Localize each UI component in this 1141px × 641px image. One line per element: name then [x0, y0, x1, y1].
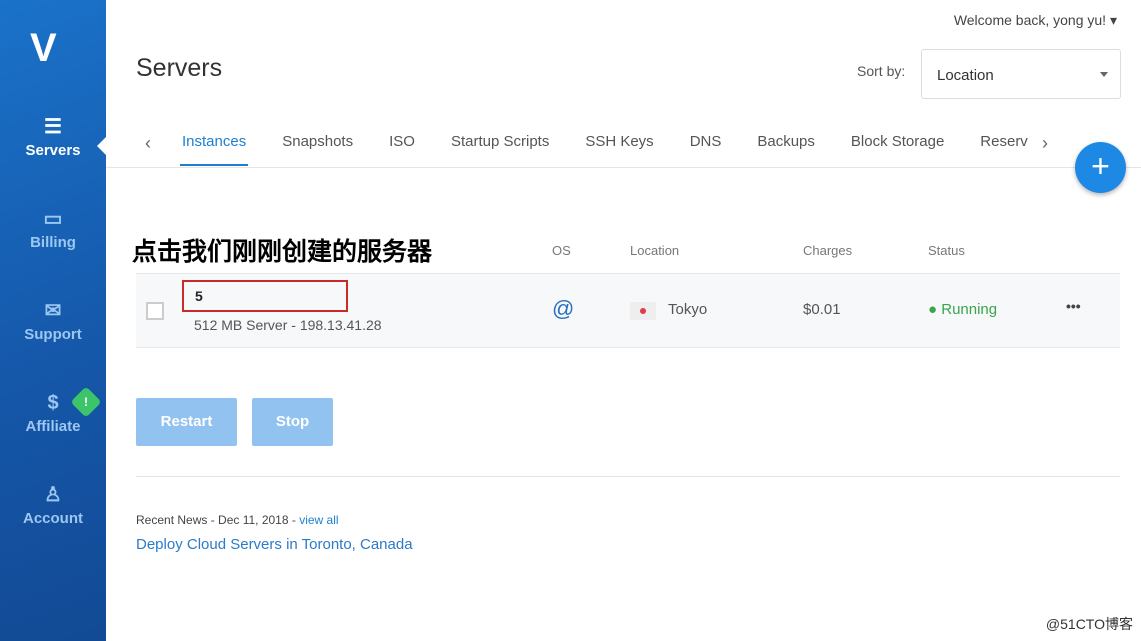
news-headline-link[interactable]: Deploy Cloud Servers in Toronto, Canada [136, 536, 413, 553]
tab-bar: Instances Snapshots ISO Startup Scripts SSH … [180, 125, 1050, 168]
table-row[interactable]: 5 512 MB Server - 198.13.41.28 @ Tokyo $… [136, 273, 1120, 348]
debian-icon: @ [552, 296, 575, 321]
server-details: 512 MB Server - 198.13.41.28 [194, 317, 382, 333]
sidebar-item-support[interactable]: ✉ Support [0, 296, 106, 343]
user-menu[interactable]: Welcome back, yong yu! ▾ [954, 12, 1117, 29]
tab-instances[interactable]: Instances [180, 125, 249, 166]
view-all-link[interactable]: view all [299, 513, 338, 527]
header-charges: Charges [803, 243, 853, 258]
tab-block-storage[interactable]: Block Storage [849, 125, 946, 164]
status-badge: ● Running [928, 301, 998, 318]
status-dot-icon: ● [928, 301, 938, 318]
tab-reserved[interactable]: Reserv [978, 125, 1030, 164]
tab-startup-scripts[interactable]: Startup Scripts [449, 125, 551, 164]
credit-card-icon: ▭ [43, 208, 63, 230]
server-name-link[interactable]: 5 [182, 280, 348, 312]
sidebar: V ☰ Servers ▭ Billing ✉ Support $ Affiliate … [0, 0, 107, 641]
active-caret [97, 136, 107, 156]
stop-button[interactable]: Stop [252, 398, 333, 446]
sidebar-item-servers[interactable]: ☰ Servers [0, 112, 106, 159]
tab-dns[interactable]: DNS [688, 125, 724, 164]
header-os: OS [552, 243, 571, 258]
caret-down-icon: ▾ [1109, 12, 1117, 28]
tabs-next-icon[interactable]: › [1042, 133, 1048, 154]
restart-button[interactable]: Restart [136, 398, 237, 446]
divider [136, 476, 1120, 477]
sidebar-item-account[interactable]: ♙ Account [0, 480, 106, 527]
watermark: @51CTO博客 [1045, 616, 1133, 632]
row-checkbox[interactable] [146, 302, 164, 320]
tab-ssh-keys[interactable]: SSH Keys [583, 125, 655, 164]
page-title: Servers [136, 54, 223, 82]
annotation-text: 点击我们刚刚创建的服务器 [132, 237, 433, 266]
envelope-icon: ✉ [44, 300, 62, 322]
header-location[interactable]: Location [630, 243, 679, 258]
divider [106, 167, 1141, 168]
header-status: Status [928, 243, 965, 258]
sort-label: Sort by: [857, 63, 906, 79]
japan-flag-icon [630, 302, 656, 320]
more-options-icon[interactable]: ••• [1066, 298, 1081, 314]
vultr-logo[interactable]: V [30, 26, 57, 71]
recent-news: Recent News - Dec 11, 2018 - view all [136, 513, 339, 527]
chevron-down-icon [1100, 72, 1108, 77]
servers-icon: ☰ [44, 116, 62, 138]
sidebar-item-billing[interactable]: ▭ Billing [0, 204, 106, 251]
sort-select[interactable]: Location [921, 49, 1121, 99]
tab-iso[interactable]: ISO [387, 125, 417, 164]
tab-backups[interactable]: Backups [755, 125, 817, 164]
location-value: Tokyo [668, 301, 708, 318]
tab-snapshots[interactable]: Snapshots [280, 125, 355, 164]
tabs-prev-icon[interactable]: ‹ [145, 133, 151, 154]
user-icon: ♙ [44, 484, 62, 506]
charges-value: $0.01 [803, 301, 841, 318]
add-server-button[interactable]: + [1075, 142, 1126, 193]
